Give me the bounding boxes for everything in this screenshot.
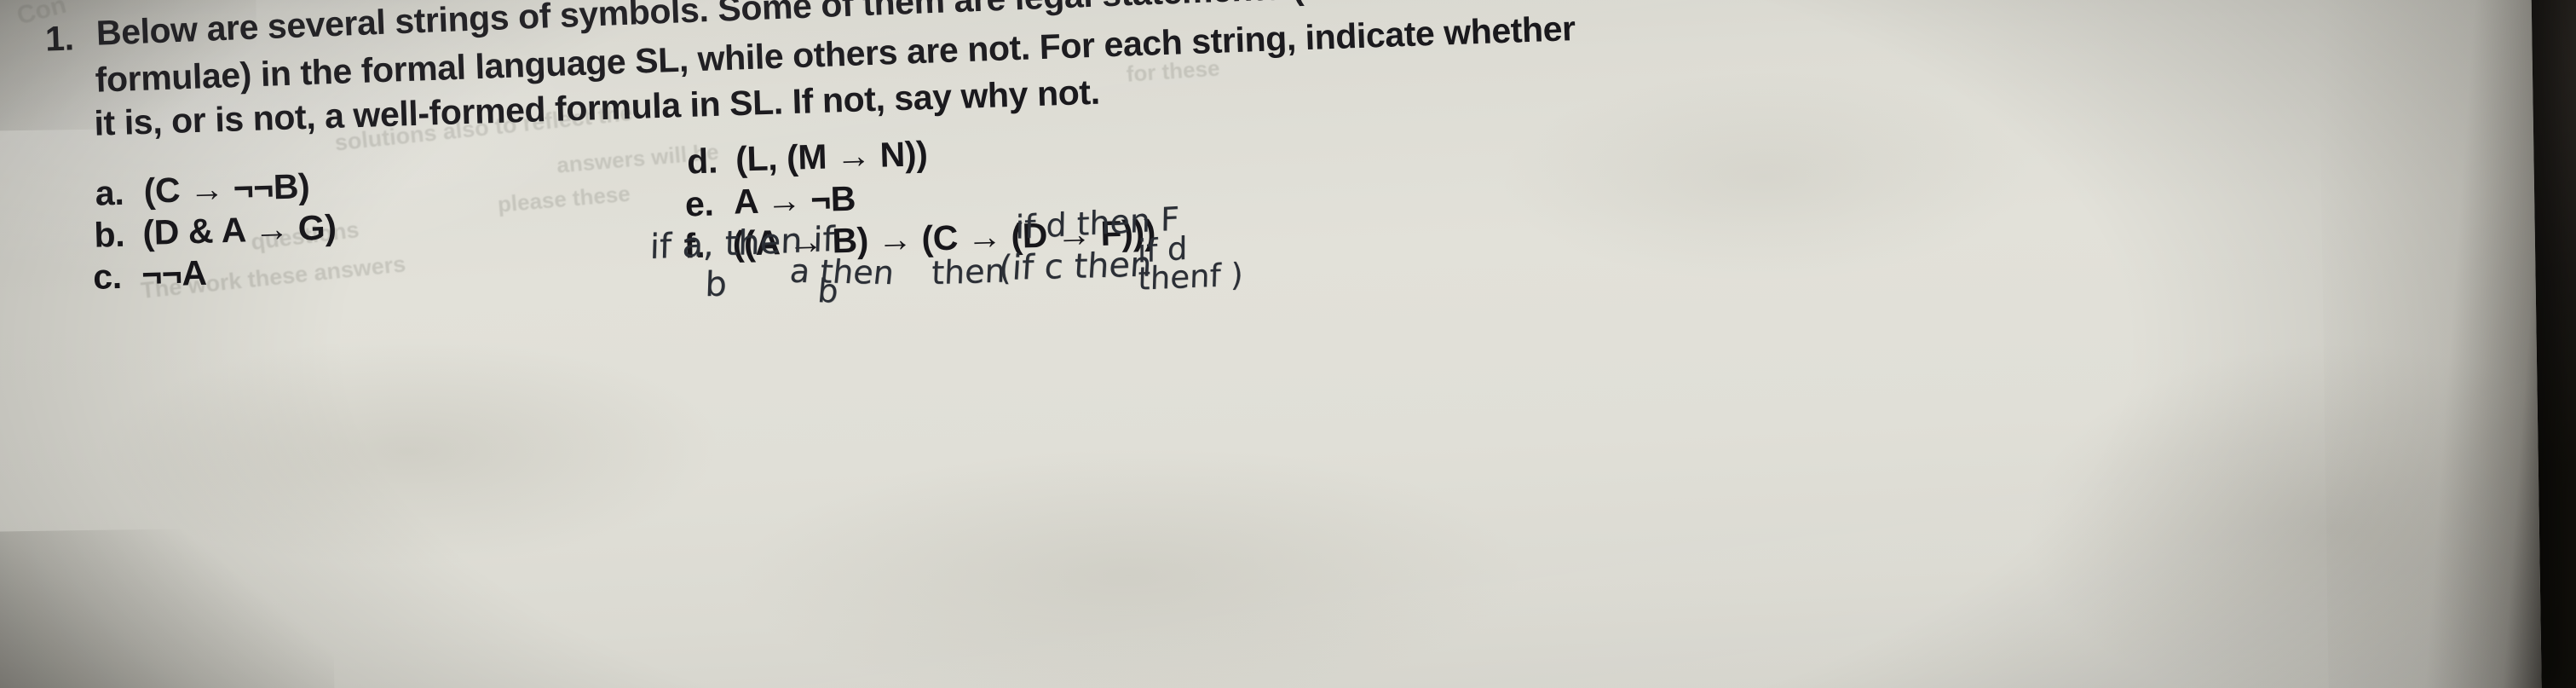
item-e-formula: A → ¬B bbox=[733, 178, 856, 222]
item-d-label: d. bbox=[686, 141, 718, 182]
item-b-formula: (D & A → G) bbox=[141, 207, 337, 252]
item-e-label: e. bbox=[684, 183, 715, 224]
handwritten-note: b bbox=[815, 272, 840, 310]
question-number: 1. bbox=[44, 18, 75, 59]
handwritten-note: (if c then bbox=[997, 245, 1153, 289]
handwritten-note: a then bbox=[787, 251, 896, 292]
item-a-formula: (C → ¬¬B) bbox=[143, 166, 310, 211]
scanned-page-photo: Con solutions also to reflect the questi… bbox=[0, 0, 2576, 688]
ghost-text: please these bbox=[496, 180, 631, 217]
item-b-label: b. bbox=[93, 214, 125, 255]
footer-clip-region: lish statements. Try to symbolize each o… bbox=[0, 681, 2553, 688]
handwritten-note: then bbox=[931, 251, 1006, 292]
item-c-label: c. bbox=[92, 256, 123, 297]
item-c-formula: ¬¬A bbox=[141, 252, 208, 294]
page-content: Con solutions also to reflect the questi… bbox=[0, 0, 2553, 688]
handwritten-note: b bbox=[704, 264, 728, 305]
item-a-label: a. bbox=[95, 172, 124, 213]
handwritten-note: thenf ) bbox=[1137, 256, 1244, 298]
paper-sheet: Con solutions also to reflect the questi… bbox=[0, 0, 2542, 688]
item-d-formula: (L, (M → N)) bbox=[735, 134, 929, 179]
